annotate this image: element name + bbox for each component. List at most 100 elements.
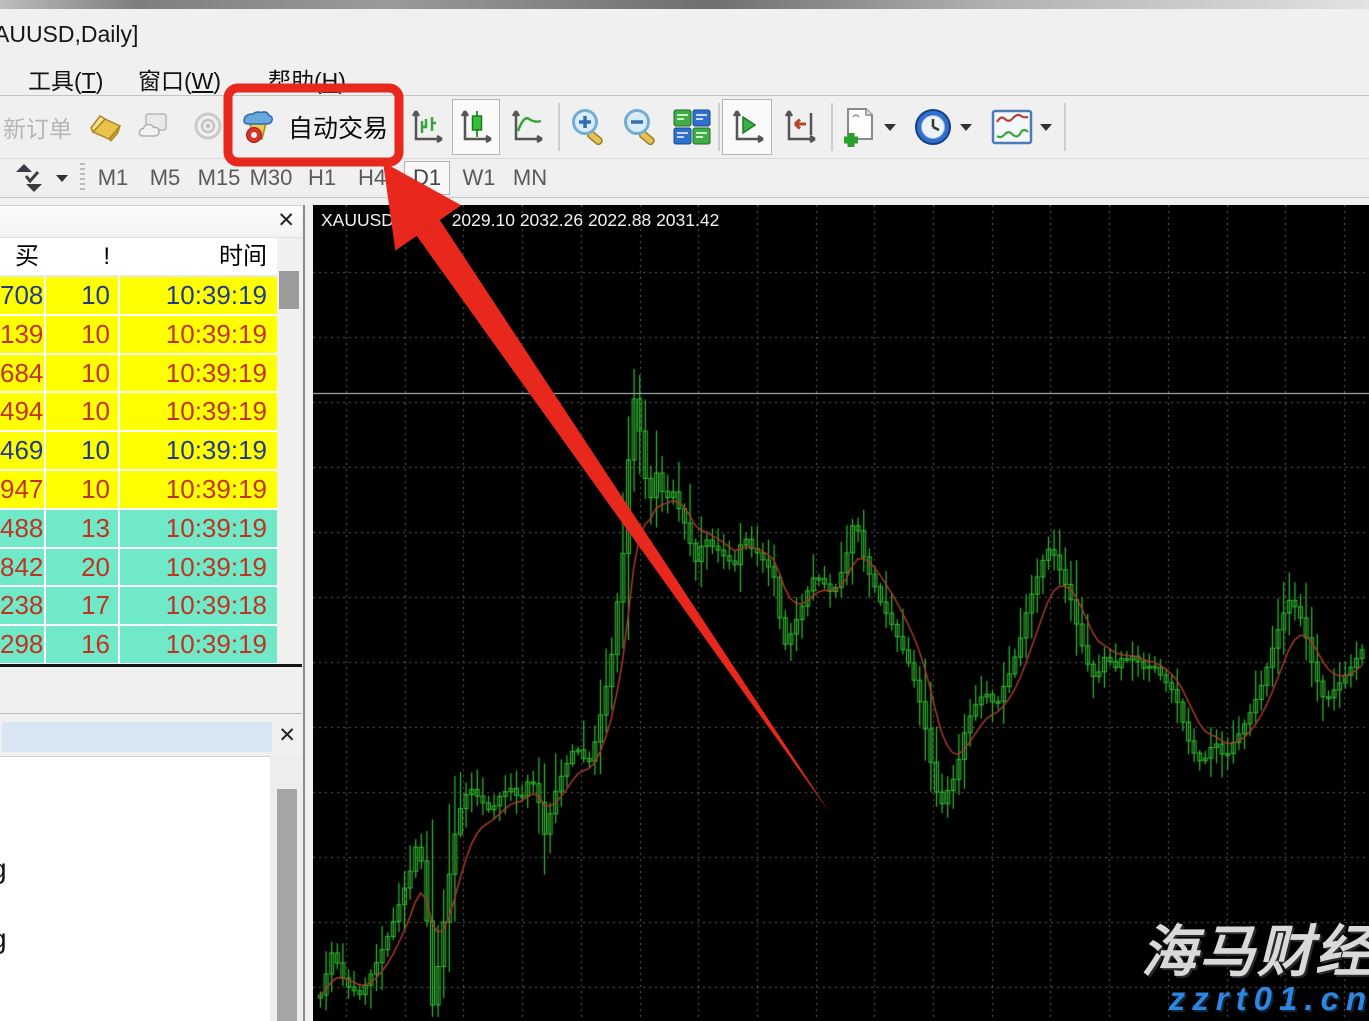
menu-item-window[interactable]: 窗口(W) [138,62,221,96]
market-watch-cell-time: 10:39:19 [120,432,277,469]
chart-ohlc-title: XAUUSD,Daily 2029.10 2032.26 2022.88 2031… [321,210,719,231]
market-watch-row[interactable]: 9471010:39:19 [0,471,277,510]
market-watch-cell-time: 10:39:19 [120,277,277,314]
dropdown-caret-icon[interactable] [56,175,68,182]
dropdown-caret-icon[interactable] [1040,124,1052,131]
market-watch-cell-alert: 20 [46,549,120,586]
templates-icon [990,108,1034,146]
market-watch-cell-price: 494 [0,393,46,430]
market-watch-cell-alert: 10 [46,355,120,392]
scrollbar-thumb[interactable] [279,271,299,309]
market-watch-cell-price: 469 [0,432,46,469]
cloud-chart-icon[interactable] [138,97,176,157]
market-watch-row[interactable]: 8422010:39:19 [0,549,277,588]
market-watch-row[interactable]: 4691010:39:19 [0,432,277,471]
tf-button-mn[interactable]: MN [508,161,552,195]
market-watch-table: 买价 ! 时间 7081010:39:191391010:39:19684101… [0,238,277,665]
lower-panel-scrollbar[interactable] [270,756,302,1021]
market-watch-row[interactable]: 4881310:39:19 [0,510,277,549]
column-header-alert[interactable]: ! [46,238,120,275]
market-watch-panel: ✕ 买价 ! 时间 7081010:39:191391010:39:196841… [0,205,302,666]
background-window-edge [0,0,1369,9]
lower-panel: ✕ g g [0,713,302,1021]
column-header-price[interactable]: 买价 [0,238,46,275]
panel-divider[interactable] [303,205,305,1021]
chart-symbol: XAUUSD,Daily [321,210,438,230]
market-watch-cell-alert: 10 [46,277,120,314]
toolbar-separator [1064,103,1066,151]
periods-clock-icon [912,106,954,148]
timeframe-toolbar: M1 M5 M15 M30 H1 H4 D1 W1 MN [0,159,1369,198]
market-watch-cell-price: 488 [0,510,46,547]
broadcast-icon[interactable] [190,97,226,157]
market-watch-row[interactable]: 6841010:39:19 [0,355,277,394]
autotrading-button[interactable]: 自动交易 [240,97,388,157]
market-watch-cell-alert: 10 [46,432,120,469]
market-watch-cell-time: 10:39:19 [120,510,277,547]
new-order-button[interactable]: 新订单 [3,97,72,157]
market-watch-cell-price: 947 [0,471,46,508]
line-chart-icon[interactable] [505,97,549,157]
main-toolbar: 新订单 [0,97,1369,159]
menu-item-help[interactable]: 帮助(H) [268,62,346,96]
window-title: AUUSD,Daily] [0,21,138,48]
market-watch-row[interactable]: 2981610:39:19 [0,626,277,665]
market-watch-row[interactable]: 1391010:39:19 [0,316,277,355]
zoom-in-icon[interactable] [565,97,613,157]
zoom-out-icon[interactable] [617,97,665,157]
close-icon[interactable]: ✕ [277,211,295,231]
menu-item-tools[interactable]: 工具(T) [28,62,103,96]
market-watch-cell-time: 10:39:19 [120,393,277,430]
candlestick-chart-icon[interactable] [452,99,500,155]
market-watch-scrollbar[interactable] [277,238,302,664]
tf-button-h1[interactable]: H1 [302,161,342,195]
market-watch-cell-price: 238 [0,587,46,624]
tf-button-m1[interactable]: M1 [92,161,134,195]
watermark: 海马财经 zzrt01.cn [1141,923,1369,1017]
chart-shift-icon[interactable] [777,97,825,157]
candlestick-chart[interactable] [313,205,1369,1021]
templates-button[interactable] [990,97,1052,157]
symbols-button[interactable] [12,159,68,197]
add-indicator-button[interactable] [838,97,896,157]
scrollbar-thumb[interactable] [277,789,297,1021]
market-watch-rows: 7081010:39:191391010:39:196841010:39:194… [0,277,277,665]
market-watch-row[interactable]: 4941010:39:19 [0,393,277,432]
market-watch-cell-alert: 17 [46,587,120,624]
market-watch-cell-price: 842 [0,549,46,586]
market-watch-cell-time: 10:39:19 [120,626,277,663]
new-order-label: 新订单 [3,110,72,144]
market-watch-cell-alert: 10 [46,393,120,430]
autotrading-icon [240,109,276,145]
tile-windows-icon[interactable] [668,97,716,157]
dropdown-caret-icon[interactable] [884,124,896,131]
toolbar-separator [558,103,560,151]
tf-button-w1[interactable]: W1 [458,161,500,195]
tf-button-m15[interactable]: M15 [196,161,242,195]
market-watch-cell-alert: 10 [46,316,120,353]
auto-scroll-icon[interactable] [722,99,772,155]
gold-bar-icon[interactable] [88,97,124,157]
tf-button-m30[interactable]: M30 [248,161,294,195]
market-watch-row[interactable]: 2381710:39:18 [0,587,277,626]
bar-chart-icon[interactable] [405,97,449,157]
toolbar-grip[interactable] [80,163,85,193]
tf-button-h4[interactable]: H4 [352,161,392,195]
menu-bar: 工具(T) 窗口(W) 帮助(H) [0,58,1369,96]
chart-panel[interactable]: XAUUSD,Daily 2029.10 2032.26 2022.88 2031… [313,205,1369,1021]
close-icon[interactable]: ✕ [278,726,296,746]
market-watch-cell-time: 10:39:19 [120,316,277,353]
lower-panel-body: g g [0,756,270,1021]
autotrading-label: 自动交易 [288,109,388,145]
dropdown-caret-icon[interactable] [960,124,972,131]
column-header-time[interactable]: 时间 [120,238,277,275]
chart-ohlc-values: 2029.10 2032.26 2022.88 2031.42 [452,210,720,230]
market-watch-row[interactable]: 7081010:39:19 [0,277,277,316]
tf-button-m5[interactable]: M5 [145,161,185,195]
market-watch-cell-alert: 13 [46,510,120,547]
clipped-text-fragment: g [0,923,7,955]
market-watch-cell-price: 139 [0,316,46,353]
periods-button[interactable] [912,97,972,157]
left-column: ✕ 买价 ! 时间 7081010:39:191391010:39:196841… [0,205,302,1021]
tf-button-d1[interactable]: D1 [404,161,450,195]
